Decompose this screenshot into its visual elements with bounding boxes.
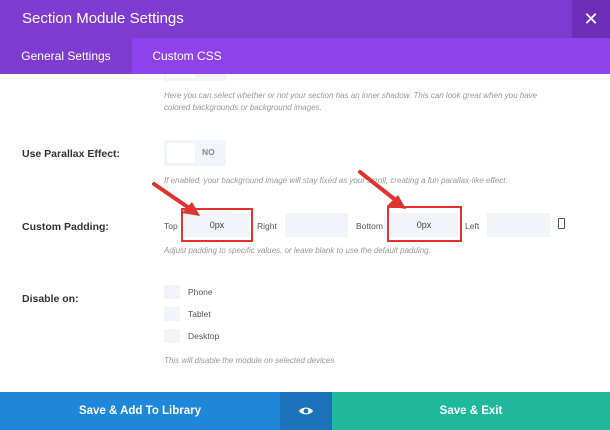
tablet-option-label: Tablet — [188, 309, 211, 319]
save-add-to-library-button[interactable]: Save & Add To Library — [0, 392, 280, 430]
disable-desktop-option[interactable]: Desktop — [164, 329, 219, 343]
padding-left-label: Left — [465, 221, 480, 231]
padding-description: Adjust padding to specific values, or le… — [164, 246, 431, 255]
eye-icon — [299, 407, 313, 415]
preview-button[interactable] — [280, 392, 332, 430]
disable-tablet-option[interactable]: Tablet — [164, 307, 211, 321]
padding-bottom-label: Bottom — [356, 221, 383, 231]
modal-title: Section Module Settings — [22, 10, 184, 27]
padding-right-label: Right — [257, 221, 277, 231]
settings-content: Here you can select whether or not your … — [0, 74, 610, 392]
tab-bar: General Settings Custom CSS — [0, 38, 610, 74]
inner-shadow-toggle[interactable] — [164, 74, 226, 81]
phone-icon[interactable] — [558, 218, 565, 229]
phone-option-label: Phone — [188, 287, 213, 297]
desktop-option-label: Desktop — [188, 331, 220, 341]
modal-header: Section Module Settings ✕ — [0, 0, 610, 38]
red-arrow-top — [152, 182, 200, 216]
modal-footer: Save & Add To Library Save & Exit — [0, 392, 610, 430]
tablet-checkbox[interactable] — [164, 307, 180, 321]
inner-shadow-description: Here you can select whether or not your … — [164, 91, 538, 112]
red-arrow-bottom — [358, 170, 406, 209]
parallax-toggle[interactable]: NO — [164, 140, 226, 166]
padding-top-label: Top — [164, 221, 178, 231]
save-exit-button[interactable]: Save & Exit — [332, 392, 610, 430]
padding-right-input[interactable] — [285, 213, 348, 237]
tab-general-settings[interactable]: General Settings — [0, 38, 132, 74]
close-icon: ✕ — [583, 8, 599, 29]
desktop-checkbox[interactable] — [164, 329, 180, 343]
toggle-state-text: NO — [202, 147, 215, 157]
custom-padding-label: Custom Padding: — [22, 221, 109, 233]
tab-custom-css[interactable]: Custom CSS — [132, 38, 242, 74]
padding-left-input[interactable] — [487, 213, 550, 237]
phone-checkbox[interactable] — [164, 285, 180, 299]
parallax-label: Use Parallax Effect: — [22, 148, 121, 160]
disable-on-label: Disable on: — [22, 293, 79, 305]
disable-phone-option[interactable]: Phone — [164, 285, 213, 299]
disable-on-description: This will disable the module on selected… — [164, 356, 335, 365]
toggle-knob — [167, 74, 195, 78]
close-button[interactable]: ✕ — [572, 0, 610, 38]
toggle-knob — [167, 143, 195, 163]
